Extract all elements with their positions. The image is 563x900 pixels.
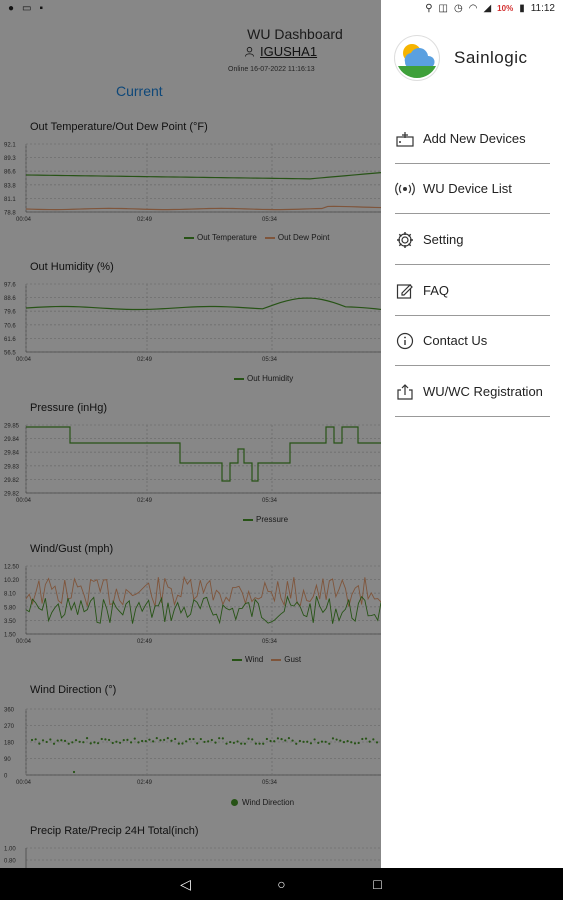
menu-item-label: Add New Devices — [423, 131, 526, 146]
menu-item-setting[interactable]: Setting — [395, 215, 550, 265]
battery-icon: ▮ — [519, 3, 525, 14]
menu-item-label: Contact Us — [423, 333, 488, 348]
vibrate-icon: ◫ — [438, 3, 448, 14]
sainlogic-logo — [395, 36, 439, 80]
back-icon[interactable]: ◁ — [178, 876, 194, 893]
menu-item-label: WU/WC Registration — [423, 384, 543, 399]
recents-icon[interactable]: □ — [370, 876, 386, 892]
battery-level: 10% — [497, 4, 514, 13]
brand-name: Sainlogic — [454, 48, 528, 67]
wifi-broadcast-icon — [395, 182, 415, 196]
menu-item-label: FAQ — [423, 283, 450, 298]
menu-item-wu-device-list[interactable]: WU Device List — [395, 164, 550, 214]
signal-icon: ◢ — [483, 3, 492, 14]
add-device-icon — [395, 131, 415, 147]
edit-note-icon — [395, 282, 415, 300]
location-icon: ⚲ — [425, 3, 433, 14]
alarm-icon: ◷ — [454, 3, 463, 14]
menu-item-contact-us[interactable]: Contact Us — [395, 316, 550, 366]
menu-item-label: Setting — [423, 232, 464, 247]
info-icon — [395, 332, 415, 350]
upload-icon — [395, 383, 415, 401]
status-bar-right: ⚲ ◫ ◷ ◠ ◢ 10% ▮ 11:12 — [381, 0, 563, 18]
home-icon[interactable]: ○ — [274, 876, 290, 892]
menu-item-faq[interactable]: FAQ — [395, 266, 550, 316]
system-navigation-bar: ◁ ○ □ — [0, 868, 563, 900]
menu-item-label: WU Device List — [423, 181, 512, 196]
clock: 11:12 — [530, 3, 555, 14]
menu-item-wu-wc-registration[interactable]: WU/WC Registration — [395, 367, 550, 417]
wifi-icon: ◠ — [468, 3, 478, 14]
menu-item-add-new-devices[interactable]: Add New Devices — [395, 114, 550, 164]
navigation-drawer: ⚲ ◫ ◷ ◠ ◢ 10% ▮ 11:12 Sainlogic Add New … — [381, 0, 563, 868]
app-screen: ● ▭ ▪ WU Dashboard IGUSHA1 Online 16-07-… — [0, 0, 563, 900]
drawer-scrim[interactable] — [0, 0, 381, 868]
gear-icon — [395, 231, 415, 249]
